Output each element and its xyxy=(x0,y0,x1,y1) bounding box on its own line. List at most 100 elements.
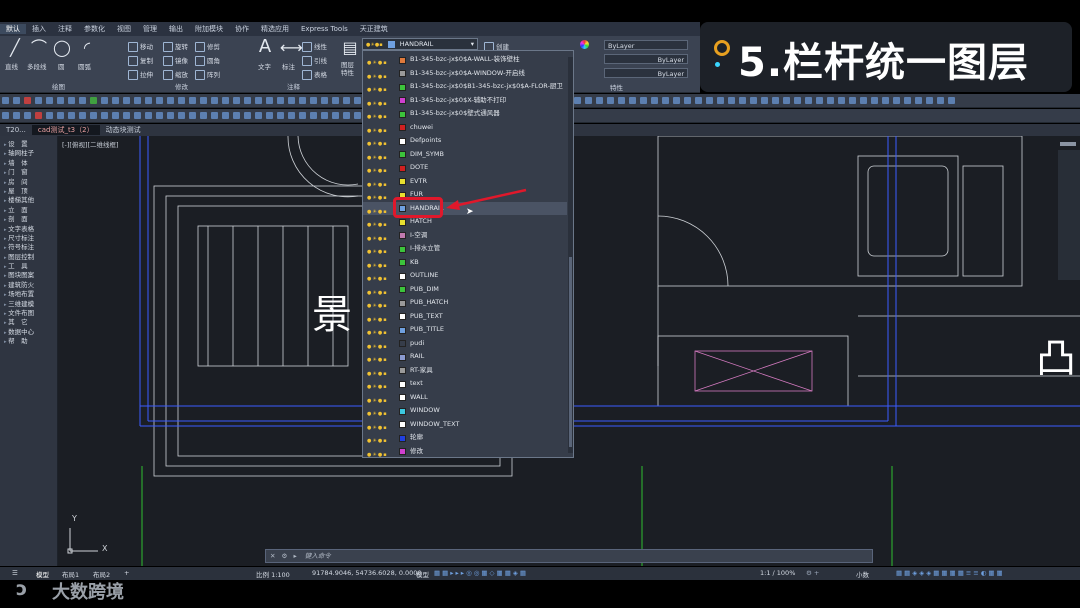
layer-color-swatch[interactable] xyxy=(399,218,406,226)
layer-row[interactable]: ●☀●▪ OUTLINE xyxy=(363,269,567,283)
copy-tool[interactable]: 复制 xyxy=(128,55,153,66)
layer-row[interactable]: ●☀●▪ pudi xyxy=(363,337,567,351)
layer-row[interactable]: ●☀●▪ I-空调 xyxy=(363,229,567,243)
menu-item[interactable]: 尺寸标注 xyxy=(0,234,57,243)
menu-item[interactable]: 门 窗 xyxy=(0,168,57,177)
layer-color-swatch[interactable] xyxy=(399,97,406,104)
layer-color-swatch[interactable] xyxy=(399,299,406,307)
layer-row[interactable]: ●☀●▪ DOTE xyxy=(363,161,567,175)
menu-item[interactable]: 图层控制 xyxy=(0,253,57,262)
layer-row[interactable]: ●☀●▪ PUB_TITLE xyxy=(363,323,567,337)
circle-tool-label[interactable]: 圆 xyxy=(58,61,65,71)
menu-item[interactable]: 三维建模 xyxy=(0,300,57,309)
menu-item[interactable]: 剖 面 xyxy=(0,215,57,224)
layer-color-swatch[interactable] xyxy=(399,421,406,428)
layer-row[interactable]: ●☀●▪ PUB_DIM xyxy=(363,283,567,297)
layer-color-swatch[interactable] xyxy=(399,151,406,158)
layer-row[interactable]: ●☀●▪ text xyxy=(363,377,567,391)
menu-item[interactable]: 文件布图 xyxy=(0,309,57,318)
menu-item[interactable]: 屋 顶 xyxy=(0,187,57,196)
command-input[interactable]: 键入命令 xyxy=(305,552,331,560)
menu-item[interactable]: 设 置 xyxy=(0,140,57,149)
line-icon[interactable]: ╱ xyxy=(6,39,24,57)
command-history-icon[interactable]: ▸ xyxy=(293,552,296,560)
layer-color-swatch[interactable] xyxy=(399,164,406,172)
viewport-controls-icon[interactable] xyxy=(1060,142,1076,146)
layer-color-swatch[interactable] xyxy=(399,434,406,442)
drafting-toggles[interactable]: ▦▦▸▸▸◎◎▦◇▦▦◈▦ xyxy=(434,569,528,577)
layer-row[interactable]: ●☀●▪ B1-345-bzc-jx$0$B1-345-bzc-jx$0$A-FL… xyxy=(363,80,567,94)
array-tool[interactable]: 阵列 xyxy=(195,69,220,80)
menu-item[interactable]: 建筑防火 xyxy=(0,281,57,290)
layer-color-swatch[interactable] xyxy=(399,407,406,415)
menu-item[interactable]: 楼梯其他 xyxy=(0,196,57,205)
layer-row[interactable]: ●☀●▪ PUB_HATCH xyxy=(363,296,567,310)
layer-row[interactable]: ●☀●▪ PUB_TEXT xyxy=(363,310,567,324)
layout-tab-model[interactable]: 模型 xyxy=(36,569,49,579)
ribbon-tab-parametric[interactable]: 参数化 xyxy=(78,24,111,34)
ribbon-tab-annotate[interactable]: 注释 xyxy=(52,24,78,34)
layer-row[interactable]: ●☀●▪ KB xyxy=(363,256,567,270)
layer-color-swatch[interactable] xyxy=(399,232,406,239)
linear-tool[interactable]: 线性 xyxy=(302,41,327,52)
menu-item[interactable]: 房 间 xyxy=(0,178,57,187)
ribbon-tab-collaborate[interactable]: 协作 xyxy=(229,24,255,34)
scale-tool[interactable]: 缩放 xyxy=(163,69,188,80)
layer-row[interactable]: ●☀●▪ 修改 xyxy=(363,445,567,458)
layer-row[interactable]: ●☀●▪ B1-345-bzc-jx$0$X-辅助不打印 xyxy=(363,94,567,108)
leader-tool[interactable]: 引线 xyxy=(302,55,327,66)
mirror-tool[interactable]: 镜像 xyxy=(163,55,188,66)
menu-item[interactable]: 帮 助 xyxy=(0,337,57,346)
rotate-tool[interactable]: 旋转 xyxy=(163,41,188,52)
layer-color-swatch[interactable] xyxy=(399,340,406,347)
layer-color-swatch[interactable] xyxy=(399,245,406,253)
menu-item[interactable]: 符号标注 xyxy=(0,243,57,252)
polyline-tool-label[interactable]: 多段线 xyxy=(27,61,47,71)
ribbon-tab-insert[interactable]: 插入 xyxy=(26,24,52,34)
layer-color-swatch[interactable] xyxy=(399,83,406,91)
lineweight-select[interactable]: ByLayer xyxy=(604,68,688,78)
arc-icon[interactable]: ◜ xyxy=(78,39,96,57)
layer-color-swatch[interactable] xyxy=(399,313,406,320)
layer-color-swatch[interactable] xyxy=(399,259,406,266)
text-tool-label[interactable]: 文字 xyxy=(258,61,271,71)
ribbon-tab-featured[interactable]: 精选应用 xyxy=(255,24,295,34)
dimension-tool-label[interactable]: 标注 xyxy=(282,61,295,71)
settings-icons[interactable]: ⚙+ xyxy=(806,569,821,577)
color-select[interactable]: ByLayer xyxy=(604,40,688,50)
layer-row[interactable]: ●☀●▪ Defpoints xyxy=(363,134,567,148)
ribbon-tab-output[interactable]: 输出 xyxy=(163,24,189,34)
layer-color-swatch[interactable] xyxy=(399,326,406,334)
color-wheel-icon[interactable] xyxy=(580,40,589,49)
ribbon-tab-manage[interactable]: 管理 xyxy=(137,24,163,34)
layer-row[interactable]: ●☀●▪ DIM_SYMB xyxy=(363,148,567,162)
layer-color-swatch[interactable] xyxy=(399,56,406,64)
annotation-scale[interactable]: 1:1 / 100% xyxy=(760,569,795,577)
wrench-icon[interactable]: ⚙ xyxy=(282,552,288,560)
menu-item[interactable]: 立 面 xyxy=(0,206,57,215)
layer-row[interactable]: ●☀●▪ WALL xyxy=(363,391,567,405)
add-layout-icon[interactable]: + xyxy=(124,569,129,577)
layer-color-swatch[interactable] xyxy=(399,448,406,455)
stretch-tool[interactable]: 拉伸 xyxy=(128,69,153,80)
doc-tab-dynamic-block[interactable]: 动态块测试 xyxy=(100,125,147,135)
text-icon[interactable]: A xyxy=(256,38,274,56)
doc-tab-t20[interactable]: T20... xyxy=(0,126,32,134)
trim-tool[interactable]: 修剪 xyxy=(195,41,220,52)
layer-row[interactable]: ●☀●▪ RT-家具 xyxy=(363,364,567,378)
viewport-label[interactable]: [-][俯视][二维线框] xyxy=(62,139,119,149)
layer-color-swatch[interactable] xyxy=(399,380,406,388)
dimension-icon[interactable]: ⟷ xyxy=(280,39,303,57)
ribbon-tab-view[interactable]: 视图 xyxy=(111,24,137,34)
ribbon-tab-addins[interactable]: 附加模块 xyxy=(189,24,229,34)
arc-tool-label[interactable]: 圆弧 xyxy=(78,61,91,71)
layer-row[interactable]: ●☀●▪ WINDOW_TEXT xyxy=(363,418,567,432)
menu-item[interactable]: 墙 体 xyxy=(0,159,57,168)
circle-icon[interactable]: ◯ xyxy=(53,39,71,57)
menu-item[interactable]: 文字表格 xyxy=(0,225,57,234)
move-tool[interactable]: 移动 xyxy=(128,41,153,52)
layer-color-swatch[interactable] xyxy=(399,137,406,145)
scale-indicator[interactable]: 比例 1:100 xyxy=(256,569,290,579)
line-tool-label[interactable]: 直线 xyxy=(5,61,18,71)
hamburger-icon[interactable]: ☰ xyxy=(12,569,18,577)
